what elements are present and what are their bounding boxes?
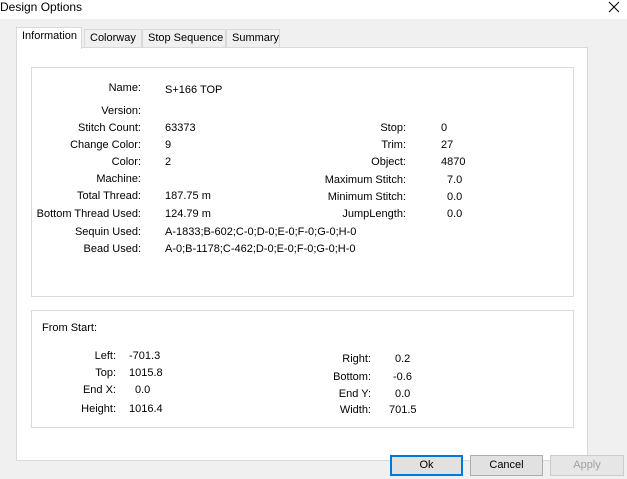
bead-used-value: A-0;B-1178;C-462;D-0;E-0;F-0;G-0;H-0 (165, 243, 356, 255)
maximum-stitch-label: Maximum Stitch: (324, 174, 406, 186)
bottom-thread-used-label: Bottom Thread Used: (36, 208, 141, 220)
color-value: 2 (165, 156, 172, 168)
height-value: 1016.4 (129, 403, 163, 415)
from-start-group: From Start: Left: -701.3 Top: 1015.8 End… (31, 310, 574, 428)
ok-button[interactable]: Ok (390, 455, 463, 476)
dialog-body: Information Colorway Stop Sequence Summa… (0, 19, 627, 479)
minimum-stitch-value: 0.0 (447, 191, 463, 203)
name-value: S+166 TOP (165, 84, 223, 96)
jump-length-label: JumpLength: (342, 208, 406, 220)
right-label: Right: (342, 353, 371, 365)
name-label: Name: (108, 82, 141, 94)
left-value: -701.3 (129, 350, 161, 362)
maximum-stitch-value: 7.0 (447, 174, 463, 186)
object-value: 4870 (441, 156, 466, 168)
apply-button[interactable]: Apply (550, 455, 624, 476)
right-value: 0.2 (395, 353, 411, 365)
from-start-title: From Start: (42, 322, 98, 334)
tab-stop-sequence[interactable]: Stop Sequence (142, 29, 226, 48)
information-panel: Name: S+166 TOP Version: Stitch Count: 6… (16, 47, 588, 461)
top-value: 1015.8 (129, 367, 163, 379)
trim-label: Trim: (381, 139, 406, 151)
width-value: 701.5 (389, 404, 417, 416)
object-label: Object: (371, 156, 406, 168)
end-x-value: 0.0 (135, 384, 151, 396)
minimum-stitch-label: Minimum Stitch: (327, 191, 406, 203)
change-color-label: Change Color: (70, 139, 141, 151)
stitch-count-label: Stitch Count: (78, 122, 141, 134)
sequin-used-label: Sequin Used: (74, 226, 141, 238)
tab-summary[interactable]: Summary (226, 29, 280, 48)
width-label: Width: (339, 404, 371, 416)
total-thread-value: 187.75 m (165, 190, 211, 202)
design-info-group: Name: S+166 TOP Version: Stitch Count: 6… (31, 67, 574, 297)
bottom-value: -0.6 (393, 371, 412, 383)
close-icon[interactable] (607, 0, 621, 14)
bottom-thread-used-value: 124.79 m (165, 208, 211, 220)
end-x-label: End X: (82, 384, 116, 396)
end-y-value: 0.0 (395, 388, 411, 400)
tab-information[interactable]: Information (16, 27, 82, 49)
stop-label: Stop: (380, 122, 406, 134)
change-color-value: 9 (165, 139, 172, 151)
stop-value: 0 (441, 122, 448, 134)
left-label: Left: (94, 350, 116, 362)
height-label: Height: (81, 403, 116, 415)
color-label: Color: (111, 156, 141, 168)
total-thread-label: Total Thread: (76, 190, 141, 202)
tab-colorway[interactable]: Colorway (84, 29, 142, 48)
trim-value: 27 (441, 139, 454, 151)
cancel-button[interactable]: Cancel (470, 455, 543, 476)
machine-label: Machine: (96, 173, 141, 185)
version-label: Version: (101, 105, 141, 117)
window-title: Design Options (0, 0, 83, 14)
end-y-label: End Y: (338, 388, 371, 400)
jump-length-value: 0.0 (447, 208, 463, 220)
bead-used-label: Bead Used: (83, 243, 141, 255)
top-label: Top: (95, 367, 116, 379)
sequin-used-value: A-1833;B-602;C-0;D-0;E-0;F-0;G-0;H-0 (165, 226, 357, 238)
bottom-label: Bottom: (333, 371, 371, 383)
stitch-count-value: 63373 (165, 122, 196, 134)
title-bar: Design Options (0, 0, 627, 19)
